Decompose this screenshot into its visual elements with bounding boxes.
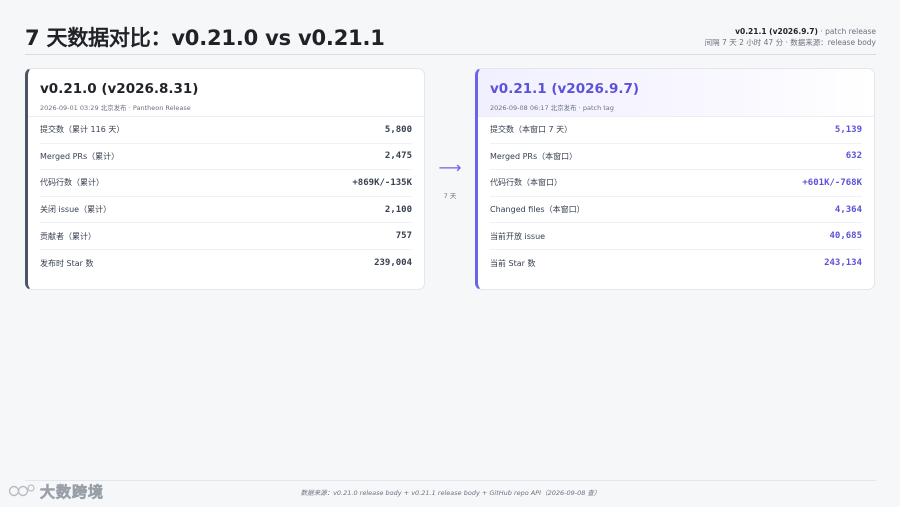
- stat-row: Merged PRs（累计） 2,475: [40, 144, 412, 171]
- stat-row: Changed files（本窗口） 4,364: [490, 197, 862, 224]
- stat-row: Merged PRs（本窗口） 632: [490, 144, 862, 171]
- stats-list: 提交数（累计 116 天） 5,800 Merged PRs（累计） 2,475 代…: [28, 117, 424, 277]
- interval-label: 7 天: [443, 192, 457, 200]
- stat-row: 代码行数（累计） +869K/-135K: [40, 170, 412, 197]
- stat-value: 5,800: [384, 124, 412, 135]
- stats-list: 提交数（本窗口 7 天） 5,139 Merged PRs（本窗口） 632 代码行…: [478, 117, 874, 277]
- page-title: 7 天数据对比：v0.21.0 vs v0.21.1: [25, 26, 385, 50]
- stat-value: 5,139: [834, 124, 862, 135]
- stat-row: 提交数（本窗口 7 天） 5,139: [490, 117, 862, 144]
- card-subtitle: 2026-09-08 06:17 北京发布 · patch tag: [490, 104, 614, 112]
- stat-value: +601K/-768K: [802, 177, 862, 188]
- stat-label: 当前 Star 数: [490, 258, 536, 268]
- stat-value: 2,475: [384, 151, 412, 162]
- stat-label: 代码行数（累计）: [40, 178, 104, 188]
- card-subtitle: 2026-09-01 03:29 北京发布 · Pantheon Release: [40, 104, 191, 112]
- meta-tag: · patch release: [820, 27, 876, 36]
- card-title: v0.21.0 (v2026.8.31): [40, 81, 199, 97]
- stat-row: 提交数（累计 116 天） 5,800: [40, 117, 412, 144]
- stat-value: 632: [845, 151, 862, 162]
- card-v0-21-1: v0.21.1 (v2026.9.7) 2026-09-08 06:17 北京发…: [475, 68, 875, 290]
- card-header: v0.21.0 (v2026.8.31) 2026-09-01 03:29 北京…: [28, 69, 424, 117]
- card-title: v0.21.1 (v2026.9.7): [490, 81, 640, 97]
- stat-label: 提交数（累计 116 天）: [40, 125, 125, 135]
- stat-value: +869K/-135K: [352, 177, 412, 188]
- release-meta: v0.21.1 (v2026.9.7) · patch release 间隔 7…: [705, 27, 876, 48]
- stat-label: 贡献者（累计）: [40, 231, 96, 241]
- stat-label: Merged PRs（本窗口）: [490, 151, 578, 161]
- stat-value: 40,685: [829, 231, 862, 242]
- stat-label: 提交数（本窗口 7 天）: [490, 125, 573, 135]
- stat-value: 2,100: [384, 204, 412, 215]
- stat-label: Merged PRs（累计）: [40, 151, 120, 161]
- watermark-text: 大数跨境: [40, 482, 105, 501]
- stat-label: 代码行数（本窗口）: [490, 178, 562, 188]
- stat-row: 当前 Star 数 243,134: [490, 250, 862, 277]
- card-header: v0.21.1 (v2026.9.7) 2026-09-08 06:17 北京发…: [478, 69, 874, 117]
- watermark: 大数跨境: [8, 480, 104, 502]
- stat-label: 当前开放 issue: [490, 231, 546, 241]
- stat-row: 发布时 Star 数 239,004: [40, 250, 412, 277]
- card-v0-21-0: v0.21.0 (v2026.8.31) 2026-09-01 03:29 北京…: [25, 68, 425, 290]
- arrow-right-icon: ⟶: [438, 158, 462, 177]
- meta-version: v0.21.1 (v2026.9.7): [735, 27, 818, 36]
- footer-source: 数据来源：v0.21.0 release body + v0.21.1 rele…: [25, 480, 876, 497]
- stat-row: 代码行数（本窗口） +601K/-768K: [490, 170, 862, 197]
- watermark-logo-icon: [8, 484, 35, 497]
- stat-row: 当前开放 issue 40,685: [490, 223, 862, 250]
- stat-row: 关闭 issue（累计） 2,100: [40, 197, 412, 224]
- stat-value: 757: [395, 231, 412, 242]
- page-header: 7 天数据对比：v0.21.0 vs v0.21.1 v0.21.1 (v202…: [25, 18, 876, 55]
- stat-row: 贡献者（累计） 757: [40, 223, 412, 250]
- stat-label: Changed files（本窗口）: [490, 205, 585, 215]
- stat-value: 239,004: [374, 258, 412, 269]
- stat-label: 关闭 issue（累计）: [40, 205, 112, 215]
- stat-value: 4,364: [834, 204, 862, 215]
- stat-label: 发布时 Star 数: [40, 258, 94, 268]
- stat-value: 243,134: [824, 258, 862, 269]
- meta-interval: 间隔 7 天 2 小时 47 分 · 数据来源：release body: [704, 37, 876, 47]
